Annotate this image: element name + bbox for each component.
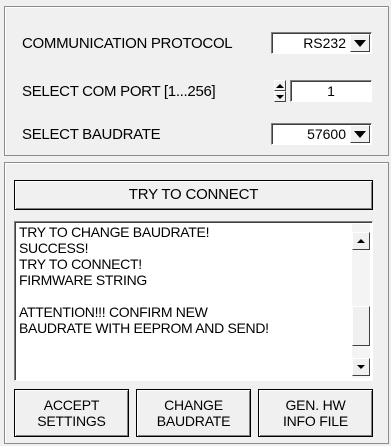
chevron-down-icon[interactable]	[350, 125, 370, 143]
status-log-listbox[interactable]: TRY TO CHANGE BAUDRATE! SUCCESS! TRY TO …	[14, 221, 373, 381]
log-line: TRY TO CHANGE BAUDRATE!	[19, 224, 210, 240]
accept-settings-button[interactable]: ACCEPT SETTINGS	[14, 389, 129, 437]
scrollbar-thumb[interactable]	[352, 306, 370, 346]
status-log-lines: TRY TO CHANGE BAUDRATE! SUCCESS! TRY TO …	[19, 224, 348, 336]
genhw-line1: GEN. HW	[285, 397, 346, 413]
genhw-line2: INFO FILE	[282, 413, 349, 429]
accept-line2: SETTINGS	[37, 413, 106, 429]
change-line2: BAUDRATE	[156, 413, 231, 429]
try-to-connect-button[interactable]: TRY TO CONNECT	[14, 180, 373, 210]
gen-hw-info-file-button[interactable]: GEN. HW INFO FILE	[258, 389, 373, 437]
log-line: TRY TO CONNECT!	[19, 256, 142, 272]
com-port-label: SELECT COM PORT [1...256]	[22, 83, 216, 100]
vertical-scrollbar[interactable]	[352, 224, 370, 378]
com-port-input[interactable]: 1	[290, 80, 372, 102]
baudrate-value: 57600	[307, 126, 346, 142]
log-line: ATTENTION!!! CONFIRM NEW	[19, 304, 208, 320]
protocol-value: RS232	[303, 35, 346, 51]
log-line: SUCCESS!	[19, 240, 89, 256]
protocol-label: COMMUNICATION PROTOCOL	[22, 35, 233, 52]
log-line: BAUDRATE WITH EEPROM AND SEND!	[19, 320, 269, 336]
change-line1: CHANGE	[164, 397, 223, 413]
arrow-down-icon[interactable]	[352, 358, 370, 376]
spin-up-icon[interactable]	[274, 80, 286, 91]
chevron-down-icon[interactable]	[350, 34, 370, 52]
protocol-dropdown[interactable]: RS232	[271, 32, 372, 54]
baudrate-dropdown[interactable]: 57600	[271, 123, 372, 145]
log-line: FIRMWARE STRING	[19, 272, 147, 288]
baudrate-label: SELECT BAUDRATE	[22, 126, 161, 143]
com-port-value: 1	[327, 83, 335, 99]
com-port-spinner[interactable]	[274, 80, 286, 102]
accept-line1: ACCEPT	[43, 397, 100, 413]
change-baudrate-button[interactable]: CHANGE BAUDRATE	[136, 389, 251, 437]
spin-down-icon[interactable]	[274, 91, 286, 102]
arrow-up-icon[interactable]	[352, 232, 370, 250]
